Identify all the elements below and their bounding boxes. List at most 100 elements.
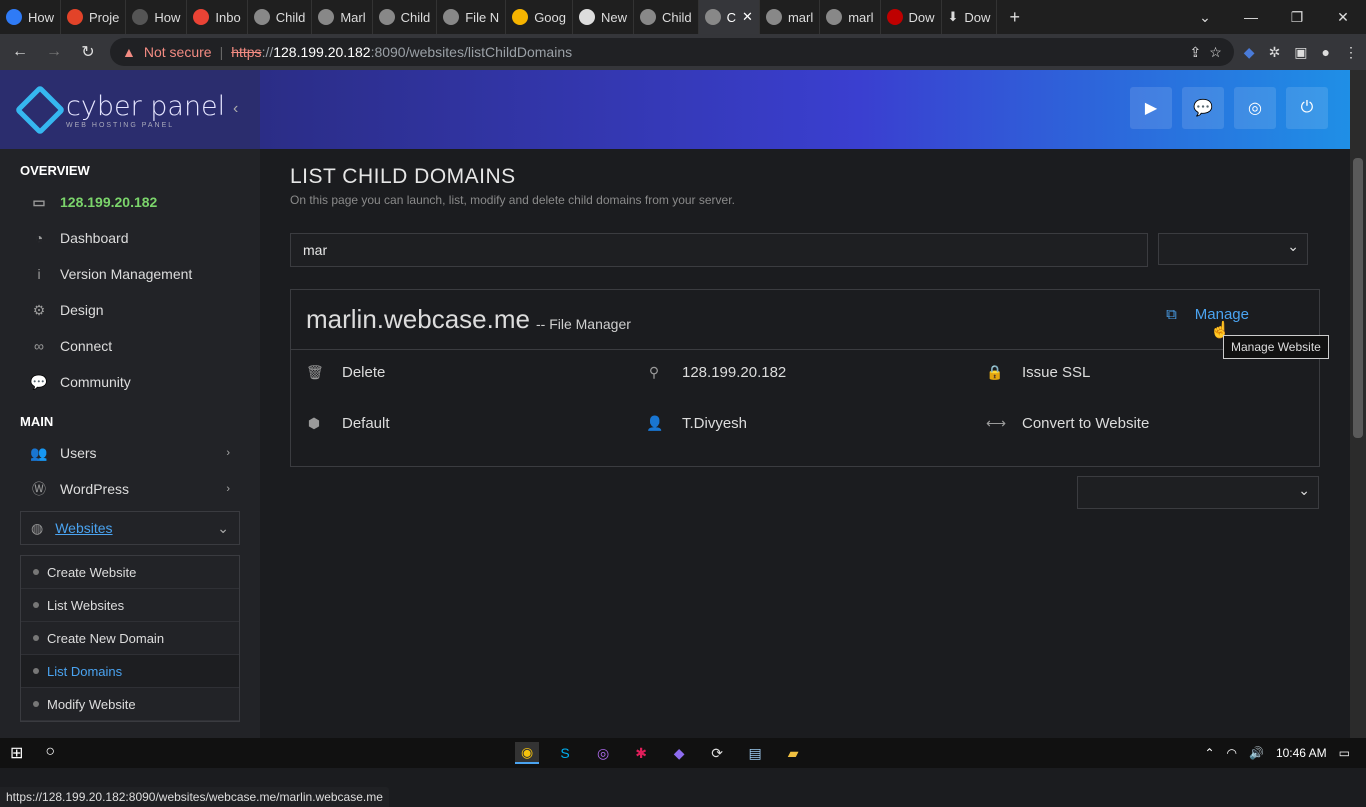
slack-taskbar-icon[interactable]: ✱ [629,742,653,764]
sidebar-item-version[interactable]: i Version Management [0,256,260,292]
submenu-create-website[interactable]: Create Website [21,556,239,589]
htg-icon [132,9,149,25]
close-window-icon[interactable]: ✕ [1320,9,1366,26]
submenu-list-websites[interactable]: List Websites [21,589,239,622]
sync-taskbar-icon[interactable]: ⟳ [705,742,729,764]
tab-how[interactable]: How [0,0,62,34]
tab-project[interactable]: Proje [61,0,127,34]
pagination-select[interactable] [1077,476,1319,509]
reload-icon[interactable]: ↻ [76,42,100,62]
manage-tooltip: Manage Website [1223,335,1329,359]
clock[interactable]: 10:46 AM [1276,746,1327,760]
share-icon[interactable]: ⇪ [1189,44,1201,61]
notepad-taskbar-icon[interactable]: ▤ [743,742,767,764]
bookmark-star-icon[interactable]: ☆ [1209,44,1222,61]
youtube-icon[interactable]: ▶ [1130,87,1172,129]
tray-chevron-up-icon[interactable]: ⌃ [1204,746,1214,760]
tab-child-2[interactable]: Child [373,0,438,34]
close-tab-icon[interactable]: ✕ [742,9,753,25]
warning-icon[interactable]: ▲ [122,44,136,60]
tab-google-keep[interactable]: Goog [506,0,573,34]
not-secure-label[interactable]: Not secure [144,44,212,60]
scroll-thumb[interactable] [1353,158,1363,438]
tab-search-icon[interactable]: ⌄ [1182,9,1228,26]
omnibox[interactable]: ▲ Not secure | https://128.199.20.182:80… [110,38,1234,66]
logo-subtitle: WEB HOSTING PANEL [66,121,175,129]
tab-child[interactable]: Child [248,0,313,34]
forward-icon[interactable]: → [42,43,66,61]
bitwarden-icon[interactable]: ◆ [1244,44,1255,61]
tab-child-3[interactable]: Child [634,0,699,34]
app-taskbar-icon[interactable]: ◎ [591,742,615,764]
search-circle-icon[interactable]: ○ [45,743,55,763]
tab-active[interactable]: C ✕ [698,0,760,34]
tab-downloads[interactable]: ⬇ Dow [942,0,998,34]
arrows-horizontal-icon: ⟷ [986,415,1007,431]
submenu-modify-website[interactable]: Modify Website [21,688,239,721]
submenu-list-domains[interactable]: List Domains [21,655,239,688]
websites-submenu: Create Website List Websites Create New … [20,555,240,722]
domain-name[interactable]: marlin.webcase.me [306,304,530,335]
windows-start-icon[interactable]: ⊞ [10,743,23,763]
sidebar-item-users[interactable]: 👥 Users › [0,435,260,471]
page-scrollbar[interactable] [1350,70,1366,738]
page-size-select[interactable] [1158,233,1308,265]
volume-icon[interactable]: 🔊 [1249,746,1264,760]
tab-filezilla[interactable]: Dow [881,0,942,34]
sidebar-label: Version Management [60,266,193,282]
convert-to-website-action[interactable]: ⟷ Convert to Website [986,415,1326,466]
sidebar-item-community[interactable]: 💬 Community [0,364,260,400]
back-icon[interactable]: ← [8,43,32,61]
chevron-down-icon: ⌄ [217,519,229,536]
tab-inbox[interactable]: Inbo [187,0,248,34]
gitlab-icon [67,9,84,25]
tab-marl[interactable]: Marl [312,0,373,34]
search-input[interactable] [290,233,1148,267]
minimize-icon[interactable]: — [1228,9,1274,25]
explorer-taskbar-icon[interactable]: ▰ [781,742,805,764]
sidebar-item-ip[interactable]: ▭ 128.199.20.182 [0,184,260,220]
side-panel-icon[interactable]: ▣ [1294,44,1307,61]
chat-icon[interactable]: 💬 [1182,87,1224,129]
support-icon[interactable]: ◎ [1234,87,1276,129]
url-text[interactable]: https://128.199.20.182:8090/websites/lis… [231,44,572,60]
windows-taskbar: ⊞ ○ ◉ S ◎ ✱ ◆ ⟳ ▤ ▰ ⌃ ◠ 🔊 10:46 AM ▭ [0,738,1366,768]
ip-label: 128.199.20.182 [682,364,787,381]
tab-how-2[interactable]: How [126,0,188,34]
manage-link[interactable]: ⧉ Manage [1166,306,1249,323]
chrome-taskbar-icon[interactable]: ◉ [515,742,540,764]
profile-avatar[interactable]: ● [1322,44,1330,61]
dashboard-icon: ◔ [34,230,44,246]
url-path: :8090/websites/listChildDomains [370,44,573,60]
wifi-icon[interactable]: ◠ [1227,746,1237,760]
sidebar-item-websites[interactable]: ◍ Websites ⌄ [20,511,240,545]
globe-icon [318,9,335,25]
sidebar-item-dashboard[interactable]: ◔ Dashboard [0,220,260,256]
top-header: ▶ 💬 ◎ ⏻ [260,70,1350,149]
tab-marl-3[interactable]: marl [820,0,881,34]
skype-taskbar-icon[interactable]: S [553,742,577,764]
section-main: MAIN [20,414,54,429]
sidebar-item-design[interactable]: ⚙ Design [0,292,260,328]
power-icon[interactable]: ⏻ [1286,87,1328,129]
restore-icon[interactable]: ❐ [1274,9,1320,26]
delete-action[interactable]: 🗑 Delete [306,364,646,415]
sidebar-item-connect[interactable]: ∞ Connect [0,328,260,364]
tab-new[interactable]: New [573,0,635,34]
obsidian-taskbar-icon[interactable]: ◆ [667,742,691,764]
chrome-menu-icon[interactable]: ⋮ [1344,44,1358,61]
bullet [33,602,39,608]
extensions-icon[interactable]: ✲ [1269,44,1281,61]
notification-icon[interactable]: ▭ [1339,746,1350,760]
collapse-sidebar-icon[interactable]: ‹ [233,100,238,118]
submenu-create-domain[interactable]: Create New Domain [21,622,239,655]
submenu-label: List Domains [47,663,123,679]
tab-marl-2[interactable]: marl [760,0,821,34]
issue-ssl-action[interactable]: 🔒 Issue SSL [986,364,1326,415]
submenu-label: Modify Website [47,696,136,712]
sidebar-item-wordpress[interactable]: Ⓦ WordPress › [0,471,260,507]
tab-file-manager[interactable]: File N [437,0,507,34]
file-manager-link[interactable]: -- File Manager [536,316,631,332]
laptop-icon: ▭ [32,193,46,210]
new-tab-button[interactable]: + [997,0,1032,34]
